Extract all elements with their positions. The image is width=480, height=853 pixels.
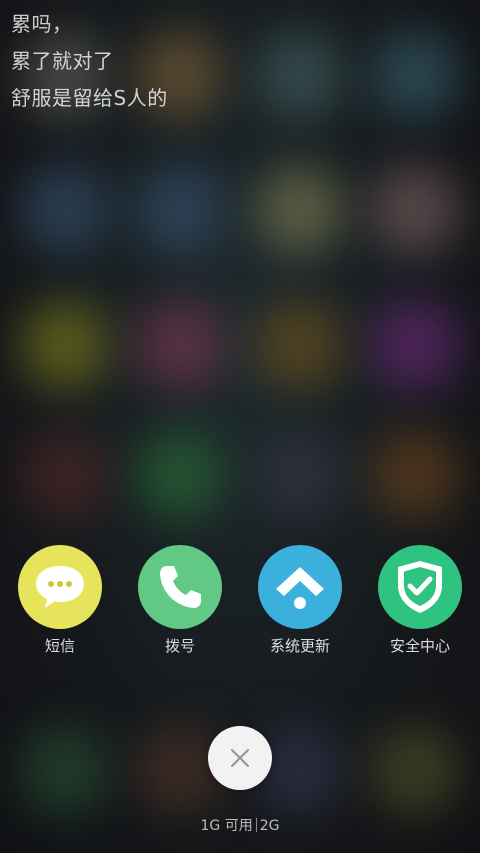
shortcut-security-center[interactable]: 安全中心 xyxy=(365,545,475,660)
shortcut-messages[interactable]: 短信 xyxy=(5,545,115,660)
memory-status: 1G 可用 2G xyxy=(0,815,480,835)
system-update-icon xyxy=(276,567,324,609)
shortcut-label-messages: 短信 xyxy=(44,637,75,655)
messages-icon-circle xyxy=(18,545,102,629)
phone-icon xyxy=(160,566,201,608)
shortcut-label-system-update: 系统更新 xyxy=(269,637,330,655)
shortcut-dialer[interactable]: 拨号 xyxy=(125,545,235,660)
close-icon xyxy=(230,748,250,768)
motto-line-1: 累吗， xyxy=(11,12,73,36)
dialer-icon-circle xyxy=(138,545,222,629)
system-update-icon-circle xyxy=(258,545,342,629)
motto-line-2: 累了就对了 xyxy=(11,49,114,73)
shortcut-system-update[interactable]: 系统更新 xyxy=(245,545,355,660)
memory-total: 2G xyxy=(259,818,280,834)
shortcut-label-dialer: 拨号 xyxy=(164,637,195,655)
motto-line-3: 舒服是留给S人的 xyxy=(11,86,168,110)
memory-divider xyxy=(255,818,257,832)
message-bubble-icon xyxy=(36,566,84,608)
shortcut-label-security-center: 安全中心 xyxy=(389,637,450,655)
close-button[interactable] xyxy=(208,726,272,790)
memory-available: 1G 可用 xyxy=(200,818,253,834)
shield-check-icon xyxy=(398,561,442,613)
security-center-icon-circle xyxy=(378,545,462,629)
